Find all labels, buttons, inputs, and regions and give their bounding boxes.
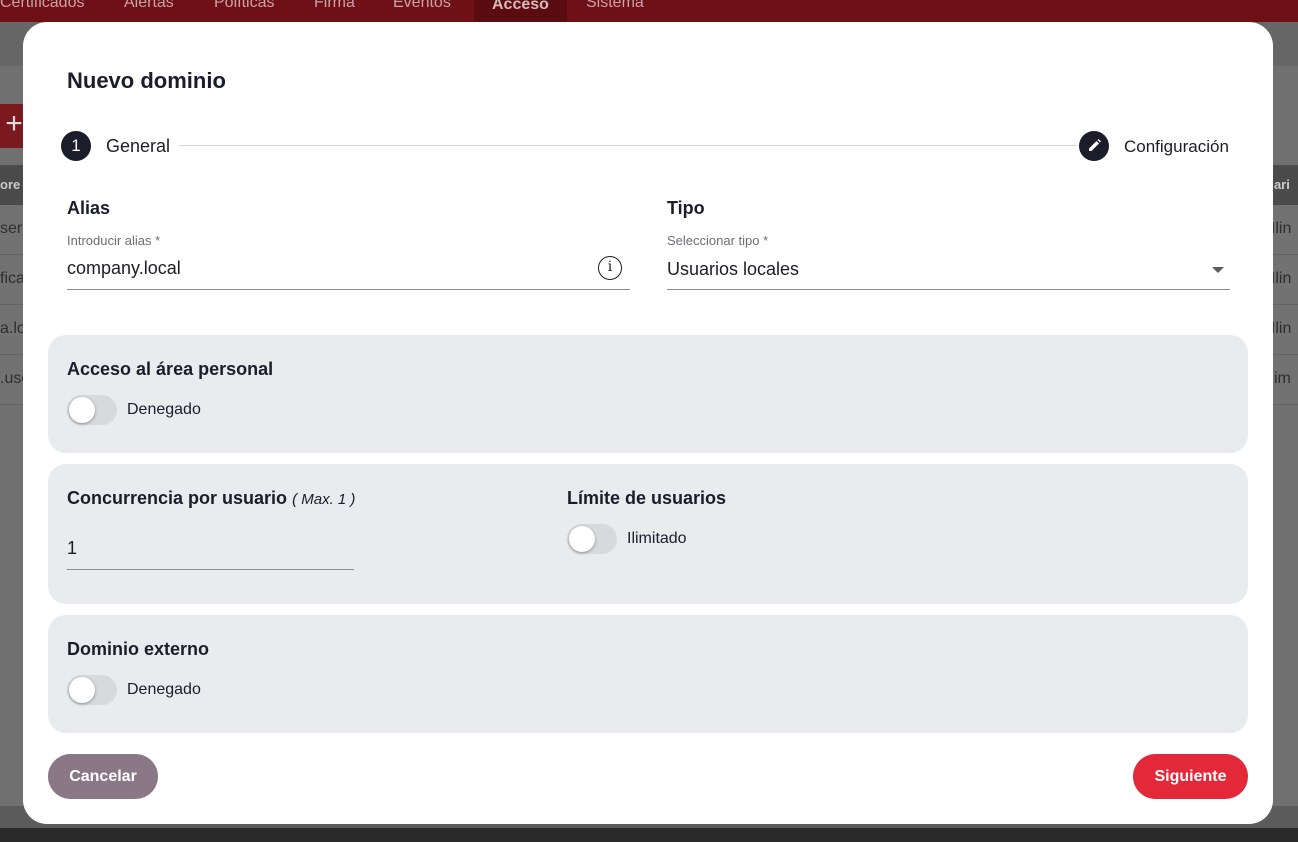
step-2-label[interactable]: Configuración <box>1124 137 1229 157</box>
alias-title: Alias <box>67 198 111 218</box>
nav-item-politicas[interactable]: Políticas <box>214 0 274 12</box>
stepper: 1 General Configuración <box>61 130 1233 162</box>
alias-input[interactable]: company.local <box>67 258 181 279</box>
chevron-down-icon[interactable] <box>1212 267 1224 273</box>
alias-label: Introducir alias * <box>67 233 161 248</box>
top-navigation: Certificados Alertas Políticas Firma Eve… <box>0 0 1298 22</box>
nav-item-certificados[interactable]: Certificados <box>0 0 84 12</box>
concurrencia-underline <box>67 569 354 570</box>
nav-item-alertas[interactable]: Alertas <box>124 0 174 12</box>
nav-item-eventos[interactable]: Eventos <box>393 0 451 12</box>
concurrencia-section: Concurrencia por usuario ( Max. 1 ) 1 Lí… <box>48 464 1248 604</box>
concurrencia-title: Concurrencia por usuario ( Max. 1 ) <box>67 488 355 509</box>
concurrencia-input[interactable]: 1 <box>67 538 77 559</box>
cancel-button[interactable]: Cancelar <box>48 754 158 799</box>
acceso-toggle[interactable] <box>67 395 117 425</box>
tipo-label: Seleccionar tipo * <box>667 233 769 248</box>
step-1-number[interactable]: 1 <box>61 131 91 161</box>
step-1-label[interactable]: General <box>106 136 170 157</box>
pencil-icon[interactable] <box>1079 131 1109 161</box>
externo-title: Dominio externo <box>67 639 210 659</box>
next-button[interactable]: Siguiente <box>1133 754 1248 799</box>
info-icon[interactable]: i <box>598 256 622 280</box>
nav-item-firma[interactable]: Firma <box>314 0 355 12</box>
stepper-line <box>179 145 1077 146</box>
limite-toggle[interactable] <box>567 524 617 554</box>
nav-item-sistema[interactable]: Sistema <box>586 0 644 12</box>
toggle-knob <box>569 526 595 552</box>
concurrencia-hint: ( Max. 1 ) <box>292 491 356 508</box>
alias-underline <box>67 289 630 290</box>
toggle-knob <box>69 397 95 423</box>
externo-toggle-label: Denegado <box>127 681 201 698</box>
tipo-underline <box>667 289 1230 290</box>
acceso-section: Acceso al área personal Denegado <box>48 335 1248 453</box>
table-header-left: ore <box>0 177 21 192</box>
externo-section: Dominio externo Denegado <box>48 615 1248 733</box>
table-cell: a.lo <box>0 320 26 337</box>
acceso-title: Acceso al área personal <box>67 359 274 379</box>
new-domain-dialog: Nuevo dominio 1 General Configuración Al… <box>23 22 1273 824</box>
acceso-toggle-label: Denegado <box>127 401 201 418</box>
limite-title: Límite de usuarios <box>567 488 727 508</box>
limite-toggle-label: Ilimitado <box>627 530 687 547</box>
nav-item-acceso[interactable]: Acceso <box>474 0 567 22</box>
bottom-bar <box>0 828 1298 842</box>
tipo-title: Tipo <box>667 198 705 218</box>
toggle-knob <box>69 677 95 703</box>
concurrencia-title-text: Concurrencia por usuario <box>67 488 288 508</box>
table-cell: fica <box>0 270 25 287</box>
externo-toggle[interactable] <box>67 675 117 705</box>
dialog-title: Nuevo dominio <box>67 68 226 93</box>
tipo-select[interactable]: Usuarios locales <box>667 259 799 280</box>
